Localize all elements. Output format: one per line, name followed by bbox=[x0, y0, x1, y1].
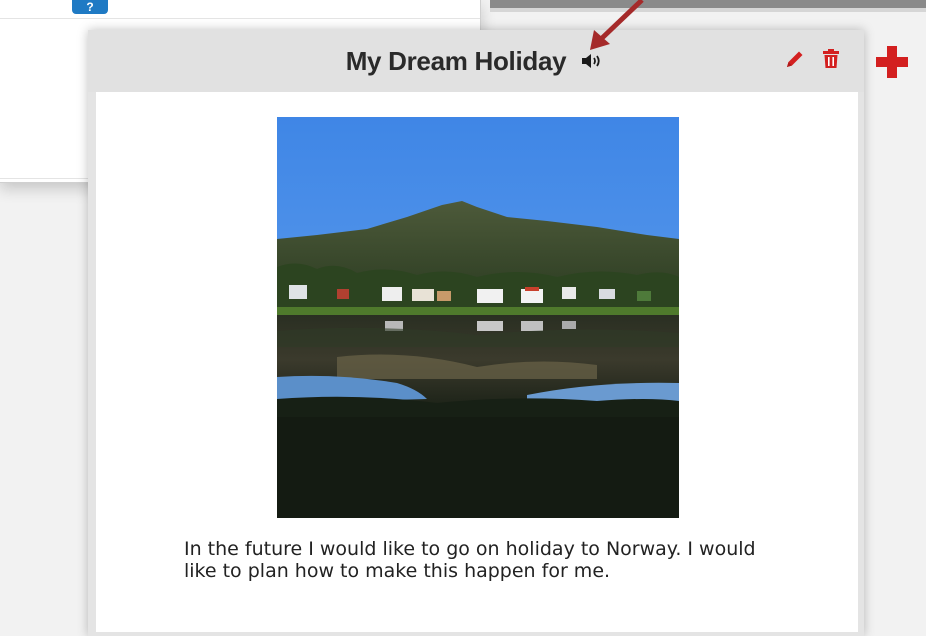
speaker-icon[interactable] bbox=[580, 50, 606, 72]
lake-mountain-photo bbox=[277, 117, 679, 518]
card-body: In the future I would like to go on holi… bbox=[96, 92, 858, 632]
pencil-icon[interactable] bbox=[784, 48, 806, 70]
card-header: My Dream Holiday bbox=[88, 30, 864, 92]
title-area: My Dream Holiday bbox=[88, 30, 864, 92]
plus-icon[interactable] bbox=[874, 44, 910, 80]
card-title: My Dream Holiday bbox=[345, 45, 567, 76]
arrow-annotation bbox=[590, 0, 644, 50]
background-window-edge bbox=[490, 0, 926, 8]
story-card: My Dream Holiday In the future I would l… bbox=[88, 30, 864, 636]
background-window-edge bbox=[490, 8, 926, 12]
help-badge[interactable]: ? bbox=[72, 0, 108, 14]
trash-icon[interactable] bbox=[822, 48, 840, 70]
divider bbox=[0, 18, 480, 19]
card-caption: In the future I would like to go on holi… bbox=[184, 538, 756, 582]
